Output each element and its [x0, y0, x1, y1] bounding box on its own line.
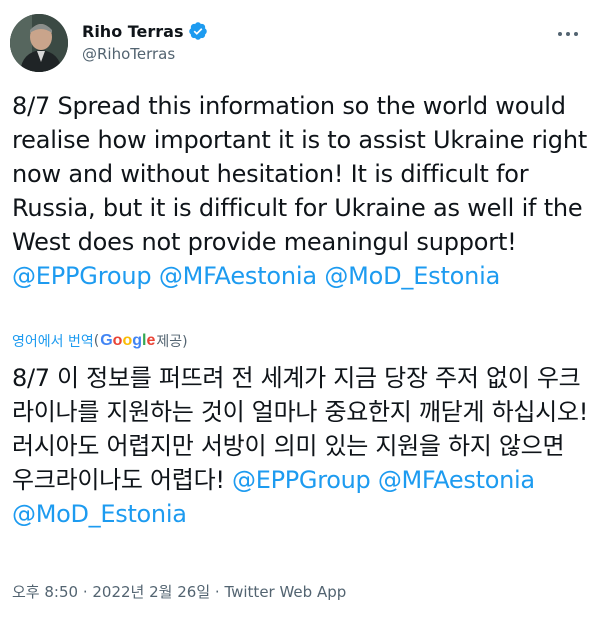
handle[interactable]: @RihoTerras [82, 45, 208, 63]
display-name-row: Riho Terras [82, 20, 208, 42]
more-dot [574, 32, 578, 36]
translation-attribution: 영어에서 번역 ( Google 제공) [12, 330, 188, 352]
mention-mfaestonia[interactable]: @MFAestonia [378, 466, 535, 494]
tweet-body: 8/7 Spread this information so the world… [12, 92, 588, 256]
more-dot [558, 32, 562, 36]
meta-separator: · [78, 583, 93, 601]
translated-text: 8/7 이 정보를 퍼뜨려 전 세계가 지금 당장 주저 없이 우크라이나를 지… [12, 361, 588, 531]
translated-from-link[interactable]: 영어에서 번역 [12, 331, 94, 351]
tweet-text: 8/7 Spread this information so the world… [12, 89, 588, 293]
paren-open: ( [93, 333, 100, 349]
tweet-source-link[interactable]: Twitter Web App [224, 583, 346, 601]
author-names: Riho Terras @RihoTerras [82, 20, 208, 63]
mention-mod-estonia[interactable]: @MoD_Estonia [324, 262, 500, 290]
display-name[interactable]: Riho Terras [82, 22, 184, 41]
verified-badge-icon [188, 21, 208, 41]
avatar[interactable] [10, 14, 68, 72]
more-dot [566, 32, 570, 36]
mention-mfaestonia[interactable]: @MFAestonia [159, 262, 317, 290]
tweet-header: Riho Terras @RihoTerras [10, 14, 582, 74]
google-logo: Google [100, 332, 156, 349]
mention-eppgroup[interactable]: @EPPGroup [232, 466, 371, 494]
mention-mod-estonia[interactable]: @MoD_Estonia [12, 500, 187, 528]
meta-separator: · [210, 583, 225, 601]
tweet-date-link[interactable]: 2022년 2월 26일 [92, 583, 210, 601]
tweet-metadata: 오후 8:50 · 2022년 2월 26일 · Twitter Web App [12, 581, 346, 602]
more-options-icon[interactable] [556, 26, 580, 42]
provided-by: 제공) [156, 334, 188, 350]
mention-eppgroup[interactable]: @EPPGroup [12, 262, 152, 290]
tweet-time-link[interactable]: 오후 8:50 [12, 583, 78, 601]
